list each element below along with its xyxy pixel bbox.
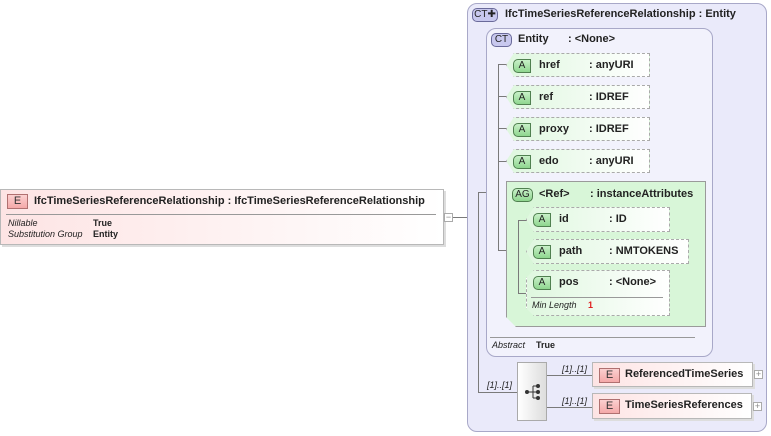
prop-label: Nillable (8, 218, 38, 228)
element-badge: E (7, 194, 28, 209)
sequence-icon (525, 384, 540, 400)
base-type: : <None> (568, 33, 616, 45)
attribute-badge-icon: A (533, 213, 551, 227)
abstract-value: True (536, 340, 556, 350)
connector (547, 375, 592, 376)
attribute-type: : anyURI (589, 59, 634, 71)
element-type: IfcTimeSeriesReferenceRelationship (234, 195, 425, 207)
attribute-type: : IDREF (589, 123, 629, 135)
element-badge: E (599, 399, 620, 414)
connector (547, 407, 592, 408)
attribute-ref[interactable]: A ref : IDREF (506, 85, 650, 109)
prop-value: Entity (93, 229, 119, 239)
element-name: IfcTimeSeriesReferenceRelationship (34, 195, 225, 207)
separator: : (698, 8, 703, 20)
attribute-pos[interactable]: A pos : <None> Min Length 1 (526, 270, 670, 316)
element-name: ReferencedTimeSeries (625, 368, 744, 380)
attribute-edo[interactable]: A edo : anyURI (506, 149, 650, 173)
attribute-path[interactable]: A path : NMTOKENS (526, 239, 689, 264)
element-time-series-references[interactable]: E TimeSeriesReferences (592, 393, 752, 419)
attribute-badge-icon: A (533, 276, 551, 290)
prop-label: Substitution Group (8, 229, 83, 239)
element-badge: E (599, 368, 620, 383)
divider (6, 214, 436, 215)
attribute-id[interactable]: A id : ID (526, 207, 670, 232)
connector (498, 64, 499, 251)
attribute-type: : anyURI (589, 155, 634, 167)
base-type-badge-icon: CT (491, 33, 512, 47)
sequence-compositor[interactable] (517, 362, 547, 421)
root-element[interactable]: E IfcTimeSeriesReferenceRelationship : I… (0, 189, 444, 245)
expand-button[interactable]: + (753, 402, 762, 411)
attribute-name: proxy (539, 123, 569, 135)
element-referenced-time-series[interactable]: E ReferencedTimeSeries (592, 362, 753, 387)
attribute-badge-icon: A (513, 59, 531, 73)
attribute-badge-icon: A (513, 91, 531, 105)
facet-label: Min Length (532, 300, 577, 310)
group-type: : instanceAttributes (590, 188, 694, 200)
connector (478, 392, 517, 393)
attribute-type: : <None> (609, 276, 657, 288)
prop-value: True (93, 218, 113, 228)
complex-type-title: IfcTimeSeriesReferenceRelationship : Ent… (505, 8, 736, 20)
attribute-badge-icon: A (513, 123, 531, 137)
attribute-type: : NMTOKENS (609, 245, 679, 257)
attribute-group-badge-icon: AG (512, 188, 533, 202)
connector (518, 220, 519, 294)
attribute-badge-icon: A (513, 155, 531, 169)
child-cardinality: [1]..[1] (562, 396, 588, 406)
complex-type-badge-icon: CT✚ (472, 8, 498, 22)
attribute-type: : ID (609, 213, 627, 225)
attribute-name: edo (539, 155, 559, 167)
child-cardinality: [1]..[1] (562, 364, 588, 374)
sequence-cardinality: [1]..[1] (487, 380, 513, 390)
root-title: IfcTimeSeriesReferenceRelationship : Ifc… (34, 195, 425, 207)
attribute-badge-icon: A (533, 245, 551, 259)
separator: : (227, 195, 232, 207)
attribute-name: ref (539, 91, 554, 103)
attribute-name: id (559, 213, 569, 225)
attribute-name: path (559, 245, 583, 257)
divider (531, 297, 663, 298)
attribute-name: pos (559, 276, 579, 288)
expand-button[interactable]: + (754, 370, 763, 379)
attribute-href[interactable]: A href : anyURI (506, 53, 650, 77)
ct-name: IfcTimeSeriesReferenceRelationship (505, 8, 696, 20)
group-name: <Ref> (539, 188, 570, 200)
facet-value: 1 (588, 300, 594, 310)
abstract-label: Abstract (492, 340, 526, 350)
connector (478, 192, 479, 393)
ct-type: Entity (705, 8, 736, 20)
base-name: Entity (518, 33, 549, 45)
attribute-name: href (539, 59, 560, 71)
divider (490, 337, 695, 338)
attribute-proxy[interactable]: A proxy : IDREF (506, 117, 650, 141)
element-name: TimeSeriesReferences (625, 399, 743, 411)
collapse-button[interactable]: − (444, 213, 453, 222)
attribute-type: : IDREF (589, 91, 629, 103)
